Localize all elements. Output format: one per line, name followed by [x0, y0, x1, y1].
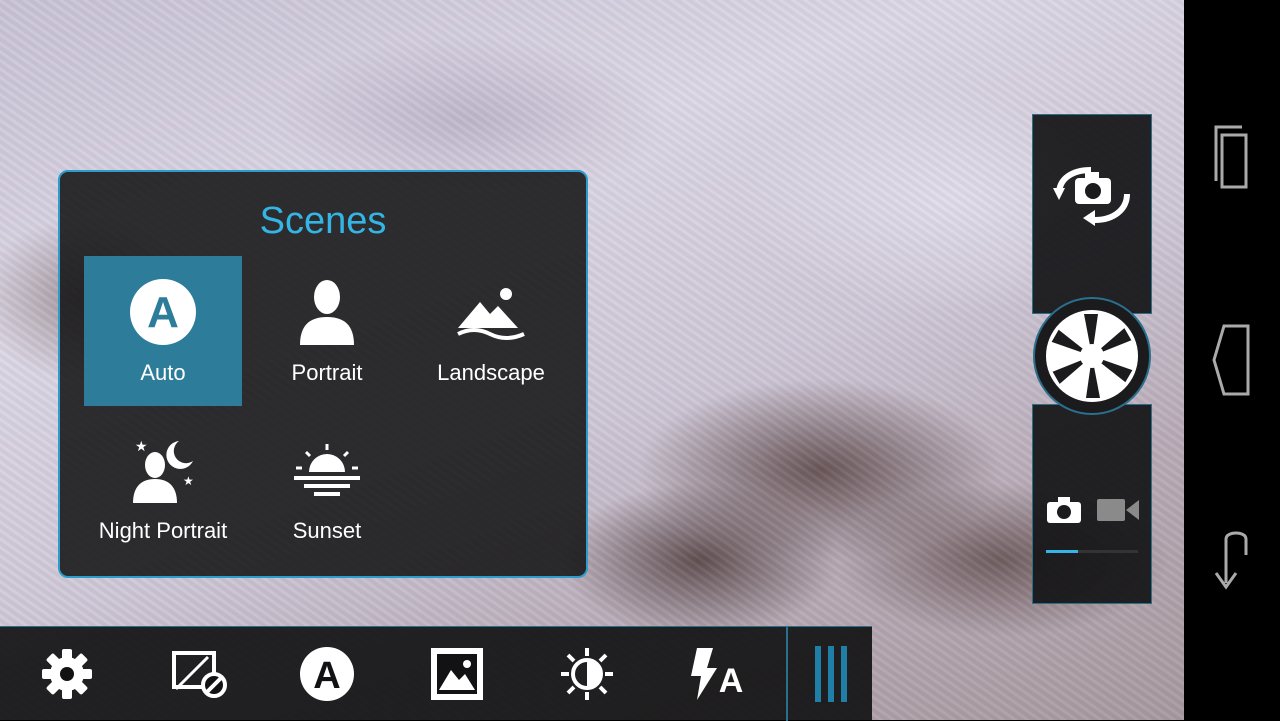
- scenes-panel: Scenes A Auto Portrait Landscape ★ ★ Nig…: [58, 170, 588, 578]
- night-portrait-icon: ★ ★: [125, 432, 201, 508]
- landscape-icon: [453, 274, 529, 350]
- video-camera-icon: [1097, 499, 1139, 521]
- photo-mode-button[interactable]: [1044, 492, 1084, 528]
- scene-label: Sunset: [292, 518, 362, 543]
- settings-gear-icon: [42, 649, 92, 699]
- scene-label: Night Portrait: [98, 518, 228, 543]
- brightness-icon: [561, 648, 613, 700]
- rail-top-panel: [1032, 114, 1152, 314]
- scene-label: Portrait: [291, 360, 363, 385]
- svg-text:A: A: [313, 655, 340, 697]
- scene-label: Landscape: [437, 360, 545, 385]
- exposure-off-icon: [172, 651, 227, 698]
- mode-switch-indicator: [1046, 550, 1079, 553]
- camera-toolbar: A A: [0, 626, 874, 721]
- gallery-button[interactable]: [402, 627, 512, 721]
- video-mode-button[interactable]: [1094, 492, 1142, 528]
- more-menu-icon: [815, 646, 847, 702]
- mode-switch-track[interactable]: [1046, 550, 1138, 553]
- recent-apps-button[interactable]: [1184, 98, 1280, 218]
- brightness-button[interactable]: [532, 627, 642, 721]
- shutter-aperture-icon: [1046, 310, 1138, 402]
- settings-button[interactable]: [12, 627, 122, 721]
- flash-mode-button[interactable]: A: [662, 627, 772, 721]
- back-button[interactable]: [1184, 500, 1280, 620]
- flash-auto-icon: A: [691, 648, 744, 700]
- scene-mode-button[interactable]: A: [272, 627, 382, 721]
- recent-apps-icon: [1214, 125, 1248, 189]
- shutter-ring: [1030, 286, 1154, 426]
- svg-text:A: A: [719, 662, 744, 700]
- camera-controls: [1032, 114, 1152, 604]
- switch-camera-button[interactable]: [1051, 155, 1135, 235]
- scene-label: Auto: [140, 360, 186, 385]
- scene-auto-icon: A: [300, 647, 354, 701]
- exposure-off-button[interactable]: [144, 627, 254, 721]
- camera-icon: [1047, 497, 1081, 523]
- home-icon: [1212, 324, 1250, 396]
- home-button[interactable]: [1184, 300, 1280, 420]
- scene-auto[interactable]: A Auto: [84, 256, 242, 406]
- auto-icon: A: [125, 274, 201, 350]
- scene-portrait[interactable]: Portrait: [248, 256, 406, 406]
- system-nav-bar: [1184, 0, 1280, 720]
- shutter-button[interactable]: [1033, 297, 1151, 415]
- switch-camera-icon: [1053, 167, 1130, 226]
- svg-text:★: ★: [135, 439, 148, 455]
- scene-landscape[interactable]: Landscape: [412, 256, 570, 406]
- more-menu-button[interactable]: [786, 627, 874, 721]
- scenes-title: Scenes: [259, 200, 387, 242]
- svg-text:★: ★: [183, 474, 194, 488]
- scene-sunset[interactable]: Sunset: [248, 414, 406, 564]
- back-icon: [1214, 531, 1248, 590]
- gallery-icon: [431, 648, 483, 700]
- scene-night-portrait[interactable]: ★ ★ Night Portrait: [84, 414, 242, 564]
- svg-text:A: A: [147, 288, 179, 337]
- sunset-icon: [289, 432, 365, 508]
- portrait-icon: [289, 274, 365, 350]
